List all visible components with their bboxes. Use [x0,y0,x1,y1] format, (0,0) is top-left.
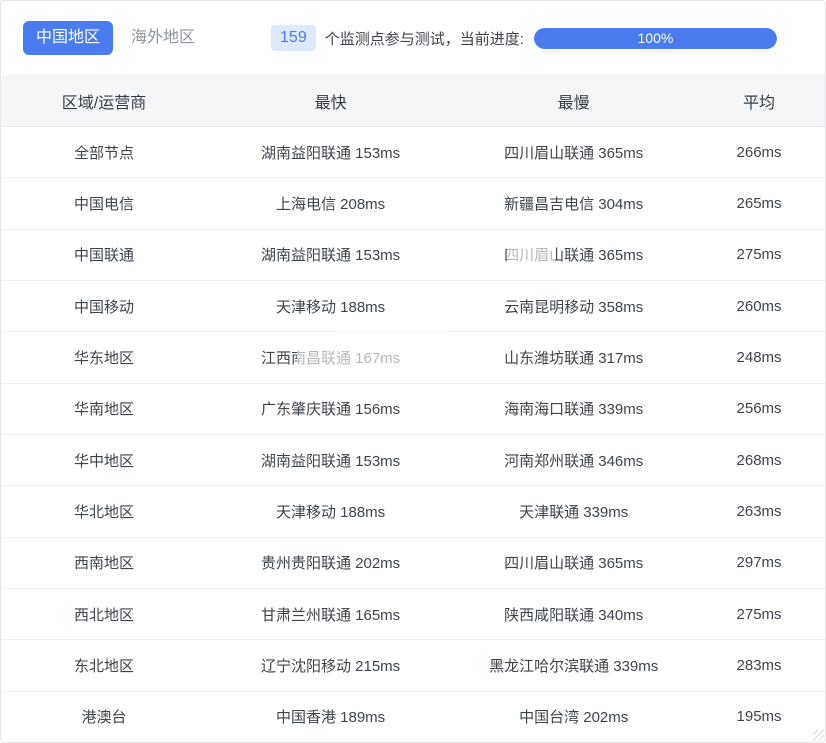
table-row: 全部节点 湖南益阳联通 153ms 四川眉山联通 365ms 266ms [1,127,825,178]
header-fastest: 最快 [314,94,347,112]
slowest-cell: 陕西咸阳联通 340ms [504,606,644,624]
status-label: 个监测点参与测试，当前进度: [324,30,524,48]
region-cell: 东北地区 [73,657,134,675]
table-row: 中国联通 湖南益阳联通 153ms 四川眉山联通 365ms 275ms [1,228,825,280]
table-row: 西南地区 贵州贵阳联通 202ms 四川眉山联通 365ms 297ms [1,536,825,588]
table-row: 华南地区 广东肇庆联通 156ms 海南海口联通 339ms 256ms [1,382,825,434]
slowest-cell: 四川眉山联通 365ms [504,247,644,265]
results-table: 区域/运营商 最快 最慢 平均 全部节点 湖南益阳联通 153ms 四川眉山联通 3… [1,75,825,742]
region-cell: 华东地区 [73,349,134,367]
progress-bar-fill: 100% [533,27,777,49]
region-cell: 中国移动 [73,298,134,316]
slowest-cell: 新疆昌吉电信 304ms [504,195,644,213]
slowest-cell: 云南昆明移动 358ms [504,298,644,316]
table-header-row: 区域/运营商 最快 最慢 平均 [1,75,825,127]
slowest-cell: 河南郑州联通 346ms [504,452,644,470]
fastest-cell: 贵州贵阳联通 202ms [260,555,401,573]
header-slowest: 最慢 [557,94,590,112]
slowest-cell: 黑龙江哈尔滨联通 339ms [489,657,659,675]
table-row: 东北地区 辽宁沈阳移动 215ms 黑龙江哈尔滨联通 339ms 283ms [1,639,825,691]
fastest-cell: 湖南益阳联通 153ms [260,144,401,162]
average-cell: 266ms [736,143,782,161]
region-cell: 中国电信 [73,195,134,213]
average-cell: 297ms [736,554,782,572]
progress-bar: 100% [533,27,777,49]
region-cell: 西南地区 [73,555,134,573]
fastest-cell: 中国香港 189ms [275,709,386,727]
region-cell: 华南地区 [73,401,134,419]
speed-test-panel: 中国地区 海外地区 159 个监测点参与测试，当前进度: 100% 区域/运营商… [0,0,826,743]
table-row: 华中地区 湖南益阳联通 153ms 河南郑州联通 346ms 268ms [1,433,825,486]
average-cell: 263ms [736,502,782,520]
table-row: 中国电信 上海电信 208ms 新疆昌吉电信 304ms 265ms [1,177,825,229]
region-cell: 全部节点 [73,144,134,162]
average-cell: 260ms [736,297,782,315]
fastest-cell: 甘肃兰州联通 165ms [260,606,401,624]
tab-china-region[interactable]: 中国地区 [23,21,114,55]
table-row: 华东地区 江西南昌联通 167ms 山东潍坊联通 317ms 248ms [1,331,825,383]
resize-grip[interactable] [813,730,824,741]
average-cell: 256ms [736,400,782,418]
average-cell: 248ms [736,348,782,366]
region-cell: 港澳台 [81,709,127,727]
region-cell: 华中地区 [73,452,134,470]
average-cell: 283ms [736,656,782,674]
slowest-cell: 海南海口联通 339ms [504,401,644,419]
monitor-count-badge: 159 [271,25,316,51]
region-cell: 中国联通 [73,247,134,265]
fastest-cell: 上海电信 208ms [275,195,386,213]
fastest-cell: 天津移动 188ms [275,503,386,521]
fastest-cell: 广东肇庆联通 156ms [260,401,401,419]
average-cell: 268ms [736,451,782,469]
slowest-cell: 天津联通 339ms [519,503,629,521]
average-cell: 275ms [736,246,782,264]
slowest-cell: 四川眉山联通 365ms [504,144,644,162]
progress-percent-label: 100% [637,30,674,46]
table-row: 中国移动 天津移动 188ms 云南昆明移动 358ms 260ms [1,279,825,332]
average-cell: 265ms [736,194,782,212]
fastest-cell: 湖南益阳联通 153ms [260,247,401,265]
fastest-cell: 天津移动 188ms [275,298,386,316]
table-row: 西北地区 甘肃兰州联通 165ms 陕西咸阳联通 340ms 275ms [1,587,825,640]
topbar: 中国地区 海外地区 159 个监测点参与测试，当前进度: 100% [1,1,825,75]
average-cell: 195ms [736,708,782,726]
fastest-cell: 辽宁沈阳移动 215ms [260,657,401,675]
table-row: 港澳台 中国香港 189ms 中国台湾 202ms 195ms [1,690,825,742]
average-cell: 275ms [736,605,782,623]
table-row: 华北地区 天津移动 188ms 天津联通 339ms 263ms [1,485,825,537]
slowest-cell: 山东潍坊联通 317ms [504,349,644,367]
region-cell: 华北地区 [73,503,134,521]
fastest-cell: 湖南益阳联通 153ms [260,452,401,470]
slowest-cell: 中国台湾 202ms [519,709,629,727]
tab-overseas-region[interactable]: 海外地区 [118,21,208,54]
header-average: 平均 [743,94,776,112]
region-cell: 西北地区 [73,606,134,624]
slowest-cell: 四川眉山联通 365ms [504,555,644,573]
table-body: 全部节点 湖南益阳联通 153ms 四川眉山联通 365ms 266ms 中国电信 上海电… [1,127,825,742]
header-region: 区域/运营商 [61,94,147,112]
fastest-cell: 江西南昌联通 167ms [260,349,401,367]
